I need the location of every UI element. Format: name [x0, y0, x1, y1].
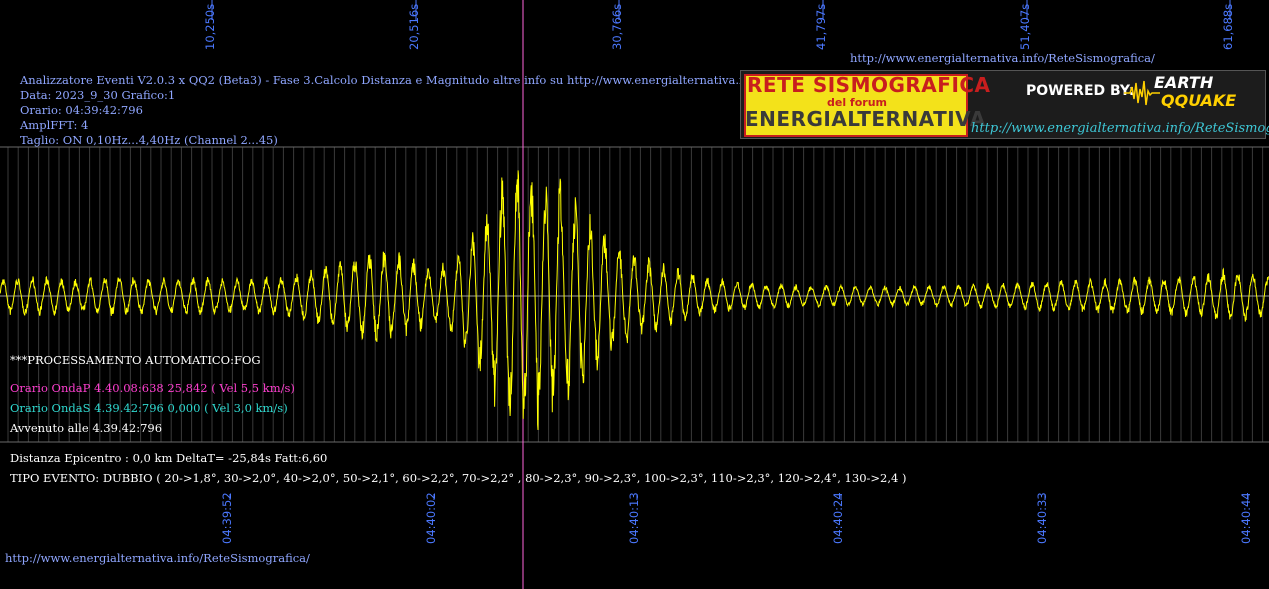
rete-sismografica-banner: RETE SISMOGRAFICA del forum ENERGIALTERN… [740, 70, 1269, 139]
occurred-at: Avvenuto alle 4.39.42:796 [10, 421, 163, 435]
filter-line: Taglio: ON 0,10Hz...4,40Hz (Channel 2...… [20, 133, 278, 147]
s-wave-time: Orario OndaS 4.39.42:796 0,000 ( Vel 3,0… [10, 401, 288, 415]
epicenter-distance: Distanza Epicentro : 0,0 km DeltaT= -25,… [10, 451, 328, 465]
time-line: Orario: 04:39:42:796 [20, 103, 143, 117]
top-url[interactable]: http://www.energialternativa.info/ReteSi… [850, 51, 1155, 65]
logo-title: RETE SISMOGRAFICA [747, 73, 991, 97]
date-line: Data: 2023_9_30 Grafico:1 [20, 88, 176, 102]
logo-brand-qquake: QQUAKE [1161, 91, 1237, 110]
event-type: TIPO EVENTO: DUBBIO ( 20->1,8°, 30->2,0°… [10, 471, 907, 485]
logo-brand-earth: EARTH [1154, 73, 1214, 92]
p-wave-time: Orario OndaP 4.40.08:638 25,842 ( Vel 5,… [10, 381, 295, 395]
ampl-line: AmplFFT: 4 [20, 118, 89, 132]
logo-url[interactable]: http://www.energialternativa.info/ReteSi… [971, 121, 1269, 136]
powered-by-label: POWERED BY: [1026, 83, 1135, 99]
bottom-axis-tick: 04:40:24 [831, 492, 845, 544]
top-axis-tick: 41,797s [814, 3, 828, 50]
top-axis-tick: 51,407s [1018, 3, 1032, 50]
logo-forum-name: ENERGIALTERNATIVA [745, 107, 986, 131]
top-axis-tick: 20,516s [407, 3, 421, 50]
top-axis-tick: 10,250s [203, 3, 217, 50]
top-axis-tick: 30,766s [610, 3, 624, 50]
bottom-url[interactable]: http://www.energialternativa.info/ReteSi… [5, 551, 310, 565]
bottom-axis-tick: 04:40:13 [627, 492, 641, 544]
auto-processing-label: ***PROCESSAMENTO AUTOMATICO:FOG [10, 353, 261, 367]
bottom-axis-tick: 04:40:33 [1035, 492, 1049, 544]
top-axis-tick: 61,688s [1221, 3, 1235, 50]
bottom-axis-tick: 04:40:44 [1239, 492, 1253, 544]
bottom-axis-tick: 04:39:52 [220, 492, 234, 544]
bottom-axis-tick: 04:40:02 [424, 492, 438, 544]
analyzer-title: Analizzatore Eventi V2.0.3 x QQ2 (Beta3)… [20, 73, 821, 87]
